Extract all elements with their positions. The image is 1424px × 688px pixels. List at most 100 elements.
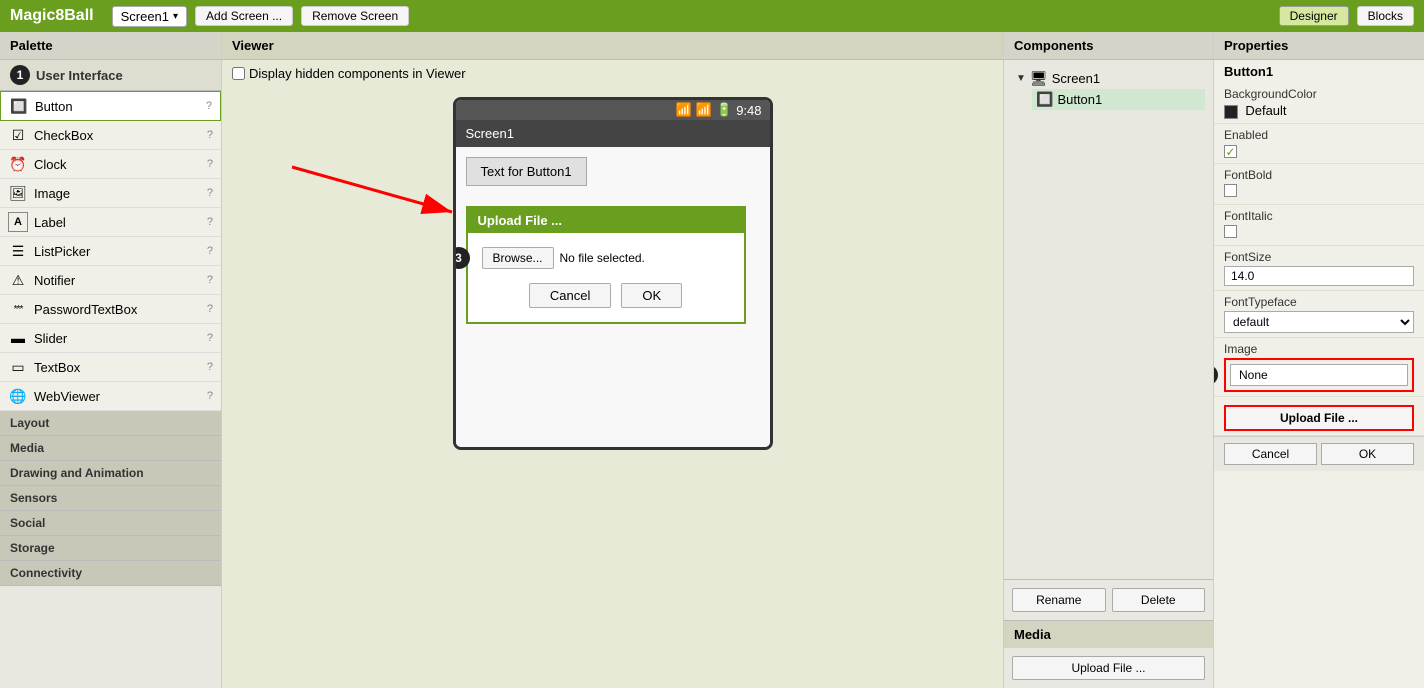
textbox-icon: ▭ (8, 357, 28, 377)
image-box: None (1224, 358, 1414, 392)
label-icon: A (8, 212, 28, 232)
rename-button[interactable]: Rename (1012, 588, 1106, 612)
color-swatch-icon (1224, 105, 1238, 119)
social-section[interactable]: Social (0, 511, 221, 536)
palette-item-passwordtextbox[interactable]: *** PasswordTextBox ? (0, 295, 221, 324)
fontbold-checkbox[interactable] (1224, 184, 1237, 197)
palette-item-clock[interactable]: ⏰ Clock ? (0, 150, 221, 179)
fontitalic-label: FontItalic (1224, 209, 1414, 223)
palette-header: Palette (0, 32, 221, 60)
notifier-icon: ⚠ (8, 270, 28, 290)
time-display: 9:48 (736, 103, 761, 118)
upload-cancel-button[interactable]: Cancel (529, 283, 611, 308)
checkbox-help-icon[interactable]: ? (207, 129, 213, 141)
image-help-icon[interactable]: ? (207, 187, 213, 199)
display-hidden-label[interactable]: Display hidden components in Viewer (232, 66, 993, 81)
properties-header: Properties (1214, 32, 1424, 60)
viewer-panel: Viewer Display hidden components in View… (222, 32, 1004, 688)
screen-icon: 🖥 (1030, 70, 1048, 87)
media-section-header: Media (1004, 620, 1213, 648)
fontbold-label: FontBold (1224, 168, 1414, 182)
media-upload-button[interactable]: Upload File ... (1012, 656, 1205, 680)
listpicker-help-icon[interactable]: ? (207, 245, 213, 257)
slider-help-icon[interactable]: ? (207, 332, 213, 344)
palette-item-webviewer[interactable]: 🌐 WebViewer ? (0, 382, 221, 411)
enabled-label: Enabled (1224, 128, 1414, 142)
phone-title-bar: Screen1 (456, 120, 770, 147)
viewer-options: Display hidden components in Viewer (222, 60, 1003, 87)
properties-ok-button[interactable]: OK (1321, 443, 1414, 465)
palette-notifier-label: Notifier (34, 273, 207, 288)
clock-icon: ⏰ (8, 154, 28, 174)
screen-dropdown[interactable]: Screen1 ▾ (112, 6, 187, 27)
fonttypeface-select[interactable]: default (1224, 311, 1414, 333)
designer-button[interactable]: Designer (1279, 6, 1349, 26)
palette-listpicker-label: ListPicker (34, 244, 207, 259)
connectivity-section[interactable]: Connectivity (0, 561, 221, 586)
enabled-checkbox[interactable]: ✓ (1224, 145, 1237, 158)
properties-upload-file-button[interactable]: Upload File ... (1224, 405, 1414, 431)
blocks-button[interactable]: Blocks (1357, 6, 1414, 26)
palette-item-textbox[interactable]: ▭ TextBox ? (0, 353, 221, 382)
step3-badge: 3 (453, 247, 470, 269)
palette-item-image[interactable]: 🖼 Image ? (0, 179, 221, 208)
prop-enabled: Enabled ✓ (1214, 124, 1424, 164)
palette-item-label[interactable]: A Label ? (0, 208, 221, 237)
tree-item-screen1[interactable]: ▼ 🖥 Screen1 (1012, 68, 1205, 89)
fontsize-input[interactable] (1224, 266, 1414, 286)
image-none-value: None (1230, 364, 1408, 386)
component-actions: Rename Delete (1004, 579, 1213, 620)
upload-ok-button[interactable]: OK (621, 283, 682, 308)
upload-dialog-body: 3 Browse... No file selected. Cancel OK (468, 233, 744, 322)
upload-dialog-inline: Upload File ... 3 Browse... No file sele… (466, 206, 746, 324)
sensors-section[interactable]: Sensors (0, 486, 221, 511)
tree-item-button1[interactable]: 🔲 Button1 (1032, 89, 1205, 110)
upload-file-row: 3 Browse... No file selected. (482, 247, 730, 269)
slider-icon: ▬ (8, 328, 28, 348)
fontsize-label: FontSize (1224, 250, 1414, 264)
browse-button[interactable]: Browse... (482, 247, 554, 269)
prop-image: Image 2 None (1214, 338, 1424, 397)
clock-help-icon[interactable]: ? (207, 158, 213, 170)
expand-icon: ▼ (1016, 73, 1026, 84)
user-interface-label: User Interface (36, 68, 123, 83)
remove-screen-button[interactable]: Remove Screen (301, 6, 409, 26)
palette-webviewer-label: WebViewer (34, 389, 207, 404)
palette-item-notifier[interactable]: ⚠ Notifier ? (0, 266, 221, 295)
passwordtextbox-help-icon[interactable]: ? (207, 303, 213, 315)
webviewer-help-icon[interactable]: ? (207, 390, 213, 402)
fonttypeface-row: default (1224, 311, 1414, 333)
components-header: Components (1004, 32, 1213, 60)
properties-cancel-button[interactable]: Cancel (1224, 443, 1317, 465)
delete-button[interactable]: Delete (1112, 588, 1206, 612)
phone-container: 📶 📶 🔋 9:48 Screen1 Text for Button1 Uplo… (222, 87, 1003, 460)
storage-section[interactable]: Storage (0, 536, 221, 561)
prop-fontbold: FontBold (1214, 164, 1424, 205)
button-help-icon[interactable]: ? (206, 100, 212, 112)
drawing-animation-section[interactable]: Drawing and Animation (0, 461, 221, 486)
check-mark-icon: ✓ (1225, 145, 1235, 159)
palette-passwordtextbox-label: PasswordTextBox (34, 302, 207, 317)
image-prop-label: Image (1224, 342, 1414, 356)
fontitalic-checkbox[interactable] (1224, 225, 1237, 238)
background-color-label: BackgroundColor (1224, 87, 1414, 101)
image-icon: 🖼 (8, 183, 28, 203)
background-color-value: Default (1224, 103, 1414, 119)
wifi-icon: 📶 (676, 102, 692, 118)
display-hidden-checkbox[interactable] (232, 67, 245, 80)
layout-section[interactable]: Layout (0, 411, 221, 436)
add-screen-button[interactable]: Add Screen ... (195, 6, 293, 26)
label-help-icon[interactable]: ? (207, 216, 213, 228)
palette-item-button[interactable]: 🔲 Button ? (0, 91, 221, 121)
prop-fonttypeface: FontTypeface default (1214, 291, 1424, 338)
palette-item-listpicker[interactable]: ☰ ListPicker ? (0, 237, 221, 266)
notifier-help-icon[interactable]: ? (207, 274, 213, 286)
properties-panel: Properties Button1 BackgroundColor Defau… (1214, 32, 1424, 688)
textbox-help-icon[interactable]: ? (207, 361, 213, 373)
button-icon: 🔲 (9, 96, 29, 116)
palette-item-slider[interactable]: ▬ Slider ? (0, 324, 221, 353)
step2-badge: 2 (1214, 365, 1218, 385)
media-section[interactable]: Media (0, 436, 221, 461)
phone-button1[interactable]: Text for Button1 (466, 157, 587, 186)
palette-item-checkbox[interactable]: ☑ CheckBox ? (0, 121, 221, 150)
